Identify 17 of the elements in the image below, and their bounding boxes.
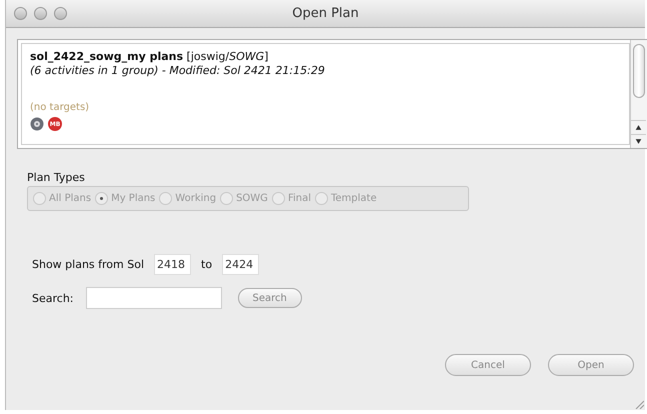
sol-to-field[interactable]: 2424 xyxy=(222,254,260,275)
group-label: Plan Types xyxy=(27,171,86,184)
plan-title: sol_2422_sowg_my plans [joswig/SOWG] xyxy=(30,50,270,64)
targets-text: (no targets) xyxy=(30,102,90,113)
close-button[interactable] xyxy=(14,7,27,20)
search-field[interactable] xyxy=(86,287,222,309)
field-label: Search: xyxy=(32,292,74,304)
plan-details: (6 activities in 1 group) - Modified: Sol 2421 21:15:29 xyxy=(30,64,326,78)
field-label: Show plans from Sol xyxy=(32,258,144,271)
resize-grip-icon[interactable] xyxy=(634,399,644,409)
field-label: to xyxy=(201,258,212,271)
sol-from-field[interactable]: 2418 xyxy=(154,254,192,275)
zoom-button[interactable] xyxy=(54,7,67,20)
window-title: Open Plan xyxy=(292,6,359,21)
scroll-bar[interactable] xyxy=(630,40,647,148)
minimize-button[interactable] xyxy=(34,7,47,20)
disc-icon xyxy=(30,117,44,131)
